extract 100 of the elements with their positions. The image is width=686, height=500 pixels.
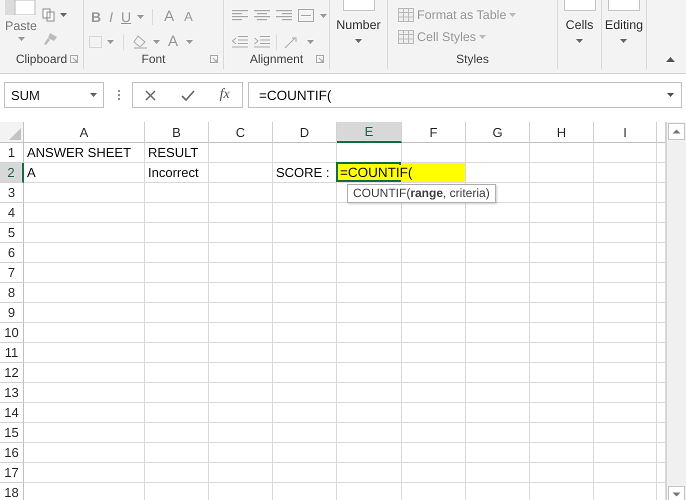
table-cell [209,463,273,483]
table-cell [145,323,209,343]
table-cell [337,403,402,423]
row-header[interactable]: 17 [0,463,24,483]
table-cell [657,243,666,263]
table-cell [530,363,594,383]
collapse-ribbon-icon[interactable] [666,56,675,62]
table-cell [209,243,273,263]
column-header[interactable]: I [594,122,657,143]
table-cell: Incorrect [145,163,209,183]
format-painter-icon[interactable] [42,32,58,46]
vertical-scrollbar[interactable] [666,122,686,500]
table-cell [337,283,402,303]
dialog-launcher-icon[interactable] [70,55,78,63]
dialog-launcher-icon[interactable] [210,55,218,63]
table-cell [273,323,337,343]
fill-color-icon[interactable] [133,34,148,48]
column-header[interactable]: F [402,122,466,143]
number-button[interactable]: Number [336,18,381,32]
number-format-icon[interactable] [342,0,374,11]
table-cell [273,463,337,483]
row-header[interactable]: 12 [0,363,24,383]
table-cell: ANSWER SHEET [24,143,145,163]
table-cell [209,423,273,443]
table-cell [657,183,666,203]
table-style-icon[interactable] [398,8,414,22]
column-header[interactable]: G [466,122,530,143]
table-cell [657,363,666,383]
table-cell [594,283,657,303]
row-header[interactable]: 7 [0,263,24,283]
editing-icon[interactable] [608,0,640,11]
align-right-icon[interactable] [276,10,292,22]
scroll-down-icon[interactable] [668,486,685,500]
cells-icon[interactable] [564,0,596,11]
align-left-icon[interactable] [232,10,248,22]
column-header[interactable]: E [337,122,402,143]
table-cell [530,203,594,223]
column-header[interactable]: C [209,122,273,143]
caret-icon [576,39,583,43]
row-header[interactable]: 8 [0,283,24,303]
table-cell [594,303,657,323]
enter-icon[interactable] [180,90,195,100]
borders-icon[interactable] [89,36,102,48]
row-header[interactable]: 6 [0,243,24,263]
table-cell [402,203,466,223]
select-all-button[interactable] [9,128,21,140]
table-cell [594,323,657,343]
row-header[interactable]: 1 [0,143,24,163]
row-header[interactable]: 10 [0,323,24,343]
table-cell [273,203,337,223]
name-box[interactable]: SUM [4,82,104,108]
cells-button[interactable]: Cells [566,18,594,32]
align-center-icon[interactable] [254,10,270,22]
copy-icon[interactable] [42,8,56,22]
table-cell [273,183,337,203]
row-header[interactable]: 15 [0,423,24,443]
row-header[interactable]: 9 [0,303,24,323]
table-cell [530,383,594,403]
dialog-launcher-icon[interactable] [316,55,324,63]
table-cell [466,203,530,223]
cancel-icon[interactable] [145,90,156,100]
caret-icon [620,39,628,43]
table-cell [657,283,666,303]
caret-icon [60,13,67,17]
table-cell [402,363,466,383]
row-header[interactable]: 2 [0,163,24,183]
table-cell [209,303,273,323]
table-cell [657,303,666,323]
table-cell [530,283,594,303]
table-cell [209,443,273,463]
table-cell [337,443,402,463]
table-cell [337,263,402,283]
column-header[interactable]: B [145,122,209,143]
scroll-up-icon[interactable] [668,123,685,140]
row-header[interactable]: 13 [0,383,24,403]
row-header[interactable]: 14 [0,403,24,423]
increase-indent-icon[interactable] [254,36,270,48]
table-cell [209,403,273,423]
table-cell [337,223,402,243]
table-style-icon[interactable] [398,30,414,44]
column-header[interactable]: H [530,122,594,143]
paste-button[interactable]: Paste [5,19,37,33]
column-header[interactable]: D [273,122,337,143]
table-cell [273,143,337,163]
insert-function-button[interactable]: fx [220,87,230,103]
row-header[interactable]: 4 [0,203,24,223]
row-header[interactable]: 3 [0,183,24,203]
merge-cells-icon[interactable] [298,9,314,22]
row-header[interactable]: 16 [0,443,24,463]
editing-button[interactable]: Editing [604,18,644,32]
table-cell [594,263,657,283]
table-cell [657,263,666,283]
row-header[interactable]: 5 [0,223,24,243]
formula-field[interactable]: =COUNTIF( [248,82,682,108]
column-header[interactable]: A [24,122,145,143]
table-cell [145,303,209,323]
row-header[interactable]: 11 [0,343,24,363]
table-cell [402,383,466,403]
decrease-indent-icon[interactable] [232,36,248,48]
table-cell: RESULT [145,143,209,163]
